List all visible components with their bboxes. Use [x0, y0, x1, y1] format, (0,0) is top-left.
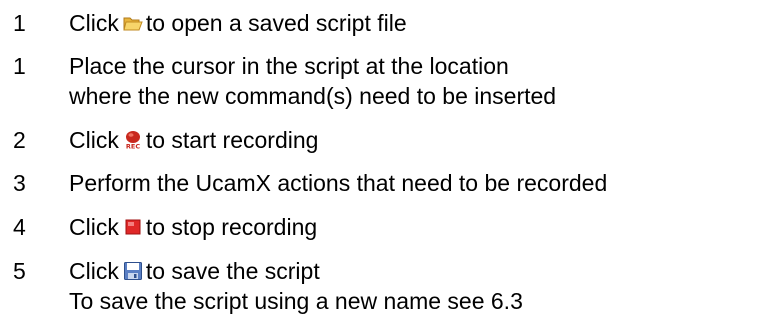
step-text-after: to stop recording — [145, 214, 318, 240]
step-text-line-2: where the new command(s) need to be inse… — [69, 83, 557, 109]
open-folder-icon — [123, 13, 143, 33]
step-text-line-1: Place the cursor in the script at the lo… — [69, 53, 509, 79]
step-text-after: to open a saved script file — [145, 10, 407, 36]
step-text-before: Click — [69, 258, 119, 284]
step-text: Click to save the script To save the scr… — [69, 256, 523, 316]
step-text: Click REC to start recording — [69, 125, 318, 155]
svg-text:REC: REC — [126, 143, 140, 151]
step-text-before: Click — [69, 214, 119, 240]
step-number: 5 — [13, 258, 26, 284]
save-icon — [123, 261, 143, 281]
step-text-after: to start recording — [145, 127, 319, 153]
step-number: 4 — [13, 214, 26, 240]
step-text-before: Click — [69, 127, 119, 153]
step-number: 2 — [13, 127, 26, 153]
step-text: Click to stop recording — [69, 212, 317, 242]
step-number: 1 — [13, 10, 26, 36]
stop-icon — [123, 217, 143, 237]
instruction-steps: 1 Click to open a saved script file 1 Pl… — [0, 0, 757, 334]
step-number: 1 — [13, 53, 26, 79]
step-text: Click to open a saved script file — [69, 8, 407, 38]
step-text-line-2: To save the script using a new name see … — [69, 288, 523, 314]
step-text: Perform the UcamX actions that need to b… — [69, 170, 608, 196]
step-text-line-1: Click to save the script — [69, 256, 523, 286]
step-text-before: Click — [69, 10, 119, 36]
step-text-after: to save the script — [145, 258, 320, 284]
step-number: 3 — [13, 170, 26, 196]
step-text: Place the cursor in the script at the lo… — [69, 51, 556, 111]
record-icon: REC — [123, 130, 143, 150]
